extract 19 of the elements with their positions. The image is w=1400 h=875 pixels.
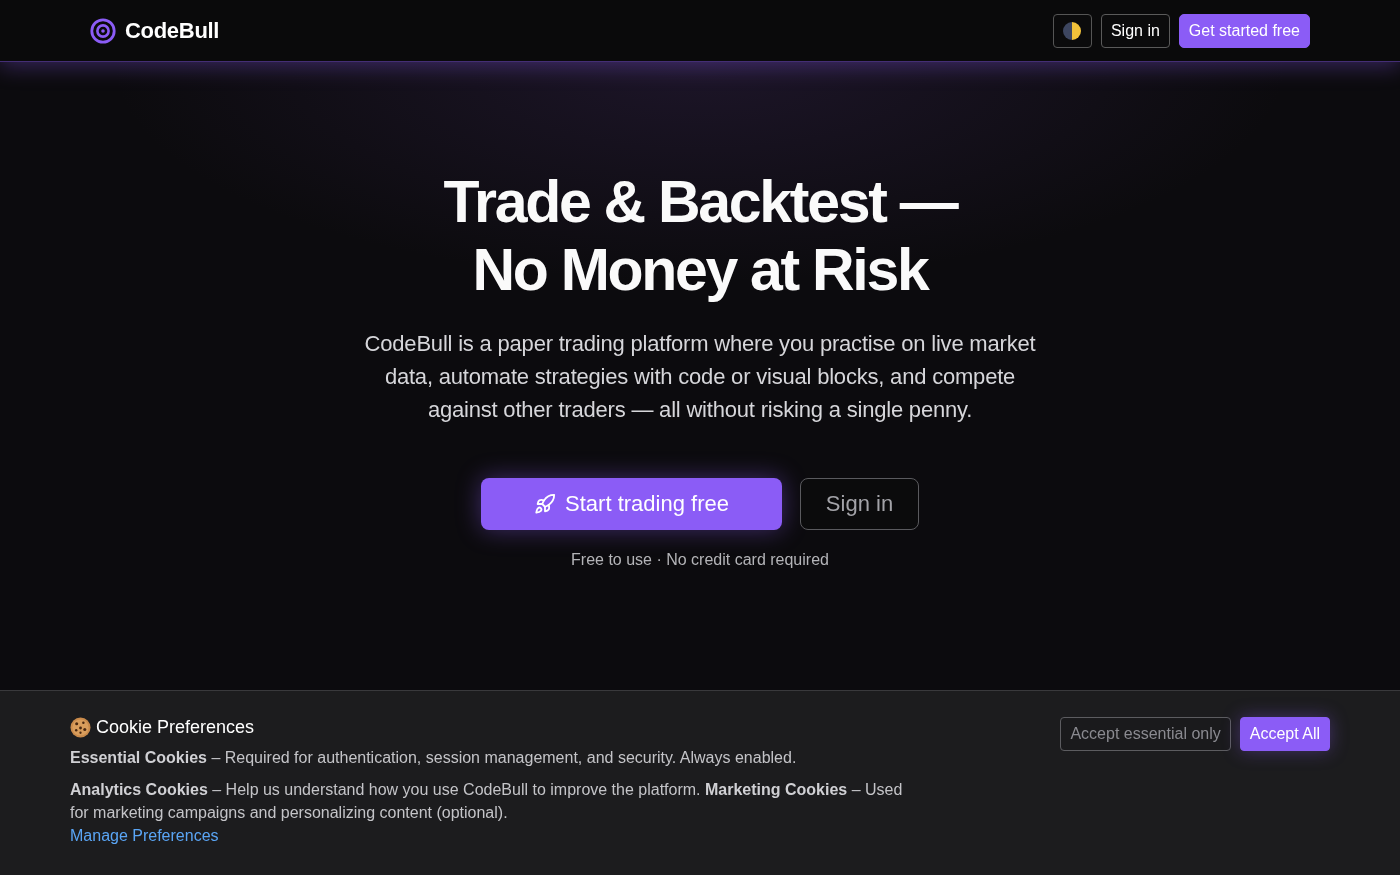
cookie-description: Essential Cookies – Required for authentication, session management, and security. Always enabled.: [70, 748, 798, 768]
manage-preferences-link[interactable]: Manage Preferences: [70, 827, 219, 844]
cookie-banner-title: Cookie Preferences: [96, 717, 255, 738]
cookie-icon: [70, 717, 91, 738]
accept-essential-button[interactable]: Accept essential only: [1060, 717, 1231, 751]
hero-note: Free to use · No credit card required: [571, 551, 829, 569]
hero-heading: Trade & Backtest — No Money at Risk: [442, 168, 958, 304]
theme-toggle-button[interactable]: [1052, 13, 1092, 48]
accept-all-button[interactable]: Accept All: [1239, 717, 1330, 751]
rocket-icon: [534, 493, 557, 515]
target-icon: [90, 17, 116, 44]
brand-name: CodeBull: [125, 17, 220, 44]
hero-description: CodeBull is a paper trading platform where you practise on live market data, automate strategies with code or visual blocks, and compete against other traders — all without risking a single penny.: [363, 330, 1037, 424]
start-trading-button[interactable]: Start trading free: [481, 478, 782, 530]
cookie-description: Analytics Cookies – Help us understand how you use CodeBull to improve the platform. Marketing Cookies – Used for marketing campaigns and personalizing content (optional).: [70, 780, 904, 823]
sign-in-button[interactable]: Sign in: [800, 478, 919, 530]
sign-in-button[interactable]: Sign in: [1100, 13, 1170, 48]
half-moon-icon: [1062, 20, 1083, 41]
get-started-button[interactable]: Get started free: [1178, 13, 1310, 48]
